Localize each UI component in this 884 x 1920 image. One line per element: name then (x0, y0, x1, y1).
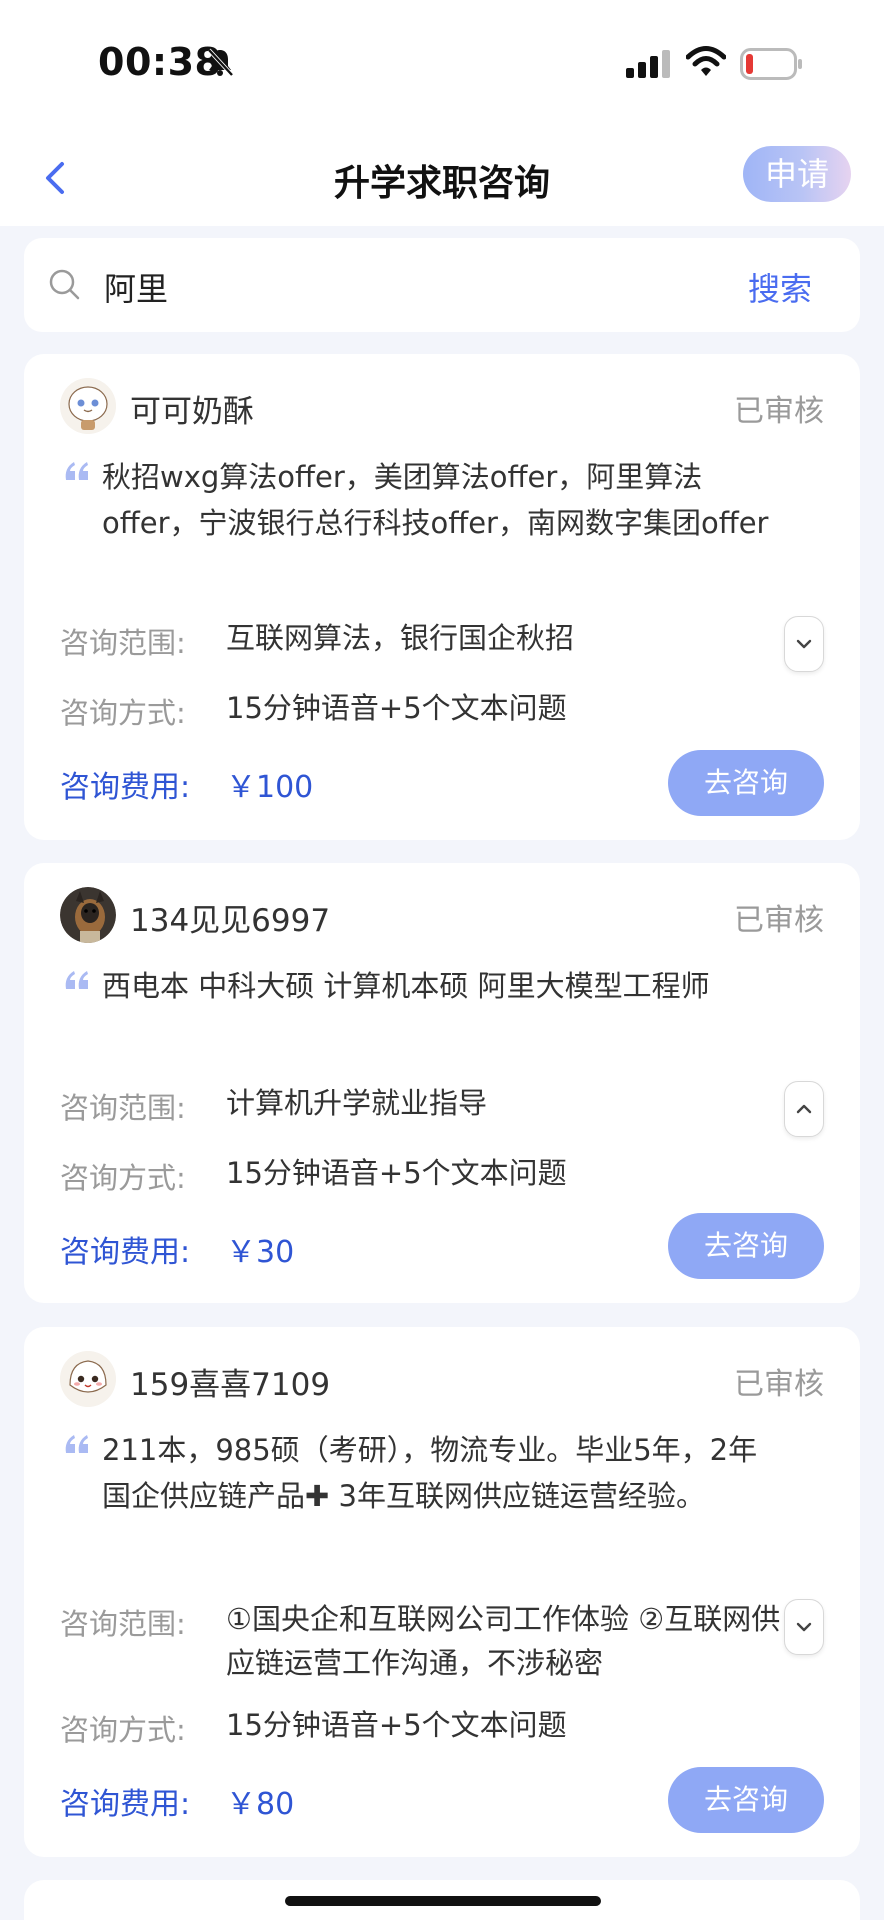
fee-value: ￥100 (226, 770, 314, 805)
search-bar[interactable]: 阿里 搜索 (24, 238, 860, 332)
battery-low-icon (740, 48, 802, 80)
search-icon (49, 269, 80, 300)
username: 134见见6997 (130, 903, 331, 939)
status-badge: 已审核 (734, 394, 824, 429)
collapse-toggle-button[interactable] (784, 1081, 824, 1137)
cartoon-avatar-icon (60, 1351, 116, 1407)
scope-label: 咨询范围: (60, 1091, 186, 1125)
method-label: 咨询方式: (60, 1713, 186, 1747)
quote-icon (65, 1435, 88, 1453)
apply-button[interactable]: 申请 (743, 146, 851, 202)
avatar[interactable] (60, 1351, 116, 1407)
status-bar: 00:38 (0, 0, 884, 130)
scope-value: ①国央企和互联网公司工作体验 ②互联网供应链运营工作沟通，不涉秘密 (226, 1602, 781, 1680)
search-button[interactable]: 搜索 (748, 264, 812, 310)
expand-toggle-button[interactable] (784, 616, 824, 672)
scope-label: 咨询范围: (60, 626, 186, 660)
method-value: 15分钟语音+5个文本问题 (226, 691, 567, 725)
chevron-down-icon (796, 639, 812, 649)
username: 159喜喜7109 (130, 1367, 331, 1403)
cartoon-avatar-icon (60, 378, 116, 434)
consultant-description: 秋招wxg算法offer，美团算法offer，阿里算法offer，宁波银行总行科… (102, 460, 769, 540)
method-value: 15分钟语音+5个文本问题 (226, 1708, 567, 1742)
status-time: 00:38 (98, 40, 222, 84)
scope-value: 计算机升学就业指导 (226, 1086, 488, 1120)
wifi-icon (686, 46, 726, 76)
cellular-signal-icon (626, 50, 670, 78)
quote-icon (65, 971, 88, 989)
nav-bar: 升学求职咨询 申请 (0, 130, 884, 226)
avatar[interactable] (60, 378, 116, 434)
consultant-card[interactable]: 134见见6997 已审核 西电本 中科大硕 计算机本硕 阿里大模型工程师 咨询… (24, 863, 860, 1303)
username: 可可奶酥 (130, 394, 254, 430)
expand-toggle-button[interactable] (784, 1599, 824, 1655)
consultant-description: 211本，985硕（考研），物流专业。毕业5年，2年国企供应链产品✚ 3年互联网… (102, 1433, 758, 1513)
avatar[interactable] (60, 887, 116, 943)
quote-icon (65, 462, 88, 480)
consultant-card[interactable]: 可可奶酥 已审核 秋招wxg算法offer，美团算法offer，阿里算法offe… (24, 354, 860, 840)
consultant-description: 西电本 中科大硕 计算机本硕 阿里大模型工程师 (102, 969, 710, 1003)
fee-value: ￥30 (226, 1235, 295, 1270)
fee-label: 咨询费用: (60, 1787, 191, 1822)
consult-button[interactable]: 去咨询 (668, 1213, 824, 1279)
dog-photo-avatar (60, 887, 116, 943)
search-input[interactable]: 阿里 (104, 264, 168, 310)
method-label: 咨询方式: (60, 696, 186, 730)
status-badge: 已审核 (734, 1367, 824, 1402)
scope-value: 互联网算法，银行国企秋招 (226, 621, 575, 655)
chevron-down-icon (796, 1622, 812, 1632)
status-badge: 已审核 (734, 903, 824, 938)
consultant-card[interactable]: 159喜喜7109 已审核 211本，985硕（考研），物流专业。毕业5年，2年… (24, 1327, 860, 1857)
scope-label: 咨询范围: (60, 1607, 186, 1641)
consult-button[interactable]: 去咨询 (668, 750, 824, 816)
home-indicator (285, 1896, 601, 1906)
bell-muted-icon (207, 48, 234, 77)
fee-label: 咨询费用: (60, 770, 191, 805)
consult-button[interactable]: 去咨询 (668, 1767, 824, 1833)
method-value: 15分钟语音+5个文本问题 (226, 1156, 567, 1190)
method-label: 咨询方式: (60, 1161, 186, 1195)
chevron-up-icon (796, 1104, 812, 1114)
fee-value: ￥80 (226, 1787, 295, 1822)
fee-label: 咨询费用: (60, 1235, 191, 1270)
